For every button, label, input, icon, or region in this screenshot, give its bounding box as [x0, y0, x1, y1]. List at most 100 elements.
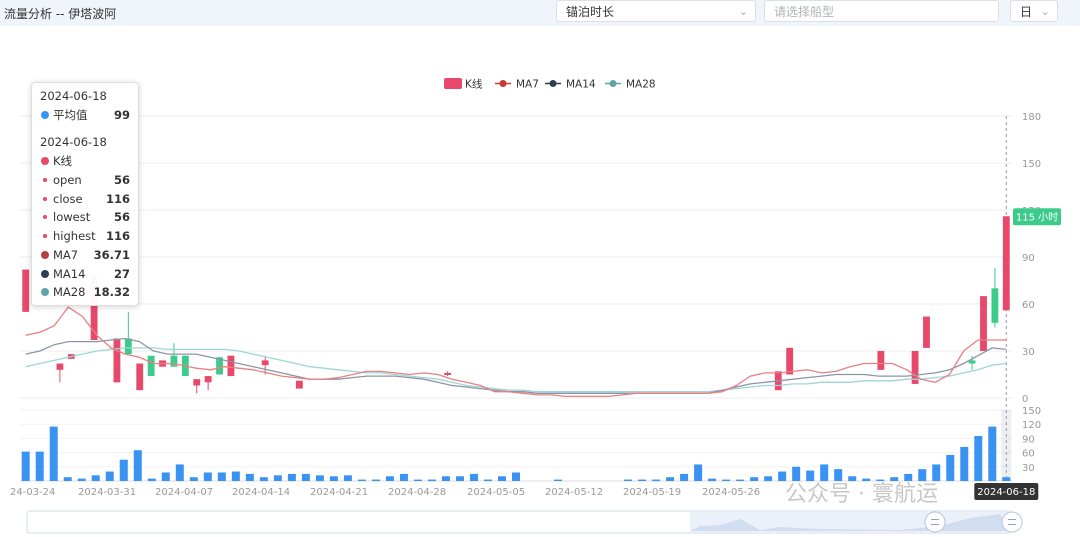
volume-bar [946, 454, 955, 481]
volume-bar [764, 476, 773, 481]
series-dot-icon [41, 251, 49, 259]
volume-bar [77, 478, 86, 481]
candle-body [295, 380, 303, 389]
volume-bar [624, 479, 633, 481]
volume-bar [371, 479, 380, 481]
tooltip-volume-value: 99 [113, 108, 130, 122]
candle-body [56, 363, 64, 370]
x-tick-label: 2024-04-21 [310, 487, 368, 498]
x-tick-label: 24-03-24 [10, 487, 55, 498]
x-tick-label: 2024-04-07 [155, 487, 213, 498]
candle-body [147, 355, 155, 377]
volume-bar [245, 473, 254, 481]
x-tick-label: 2024-05-05 [467, 487, 525, 498]
small-dot-icon [43, 178, 47, 182]
tooltip-lowest-row: lowest 56 [40, 209, 130, 225]
small-dot-icon [43, 234, 47, 238]
volume-bar [287, 473, 296, 481]
volume-bar [455, 476, 464, 481]
volume-bar [960, 446, 969, 481]
moving-average-lines [25, 306, 1007, 398]
tooltip-ma14-label: MA14 [53, 267, 86, 281]
candle-body [124, 338, 132, 355]
grid-lines [20, 115, 1012, 482]
current-value-label: 115 小时 [1016, 211, 1058, 223]
volume-bar [722, 479, 731, 481]
candle-body [22, 269, 30, 312]
volume-bar [708, 478, 717, 481]
volume-bar [259, 477, 268, 481]
small-dot-icon [43, 197, 47, 201]
tooltip-ma14-row: MA14 27 [40, 266, 130, 282]
tooltip-ma28-label: MA28 [53, 285, 86, 299]
legend-kline-icon [444, 78, 462, 89]
x-tick-label: 2024-03-31 [78, 487, 136, 498]
volume-bar [231, 471, 240, 481]
tooltip-close-label: close [53, 192, 83, 206]
y-tick-label: 60 [1022, 300, 1035, 311]
volume-bar [680, 473, 689, 481]
volume-bar [736, 479, 745, 481]
legend-label: MA7 [516, 79, 539, 91]
candle-body [227, 355, 235, 377]
volume-bar [217, 472, 226, 481]
volume-bar [483, 479, 492, 481]
zoom-slider[interactable] [26, 510, 1023, 534]
volume-bars [21, 426, 1011, 481]
legend-dot-icon [549, 80, 557, 87]
series-dot-icon [41, 270, 49, 278]
volume-bar [441, 476, 450, 481]
zoom-handle-icon [1001, 511, 1023, 533]
y-tick-label: 0 [1022, 394, 1028, 405]
small-dot-icon [43, 215, 47, 219]
volume-bar [1002, 477, 1011, 481]
volume-bar [315, 475, 324, 481]
volume-bar [175, 464, 184, 481]
legend-label: MA28 [626, 79, 656, 91]
candlestick-chart[interactable]: 1801501209060300150120906030115 小时24-03-… [0, 0, 1080, 537]
candle-body [1002, 216, 1010, 311]
legend-label: MA14 [566, 79, 596, 91]
series-dot-icon [41, 157, 49, 165]
crosshair-date-label: 2024-06-18 [977, 487, 1035, 498]
ma7-line [25, 306, 1007, 398]
candles [22, 216, 1010, 394]
y-tick-label: 30 [1022, 347, 1035, 358]
tooltip-close-value: 116 [105, 192, 130, 206]
volume-bar [161, 472, 170, 481]
tooltip-ma14-value: 27 [113, 267, 130, 281]
tooltip-k-row: K线 [40, 153, 130, 169]
tooltip-ma28-row: MA28 18.32 [40, 284, 130, 300]
legend[interactable]: K线 MA7 MA14 MA28 [444, 78, 656, 91]
volume-bar [497, 476, 506, 481]
volume-bar [512, 472, 520, 481]
candle-body [786, 347, 794, 375]
volume-bar [385, 476, 394, 481]
tooltip-highest-label: highest [53, 229, 96, 243]
volume-bar [652, 479, 661, 481]
tooltip-k-label: K线 [53, 154, 73, 168]
volume-bar [357, 479, 366, 481]
volume-bar [638, 479, 647, 481]
tooltip-k-date: 2024-06-18 [40, 135, 107, 149]
tooltip-ma28-value: 18.32 [93, 285, 130, 299]
y-tick-label: 150 [1022, 159, 1041, 170]
tooltip-open-row: open 56 [40, 172, 130, 188]
tooltip-lowest-label: lowest [53, 210, 91, 224]
volume-bar [21, 451, 30, 481]
zoom-handle-icon [924, 511, 946, 533]
volume-bar [469, 473, 478, 481]
tooltip-ma7-value: 36.71 [93, 248, 130, 262]
volume-bar [49, 426, 58, 481]
volume-bar [343, 475, 352, 481]
x-tick-label: 2024-05-26 [702, 487, 760, 498]
volume-bar [329, 476, 338, 481]
volume-bar [189, 477, 198, 481]
tooltip-volume-row: 平均值 99 [40, 107, 130, 123]
candle-body [923, 316, 930, 348]
volume-bar [91, 475, 100, 481]
volume-bar [694, 464, 703, 481]
series-dot-icon [41, 111, 49, 119]
volume-bar [666, 477, 675, 481]
watermark: 公众号 · 寰航运 [785, 482, 938, 507]
